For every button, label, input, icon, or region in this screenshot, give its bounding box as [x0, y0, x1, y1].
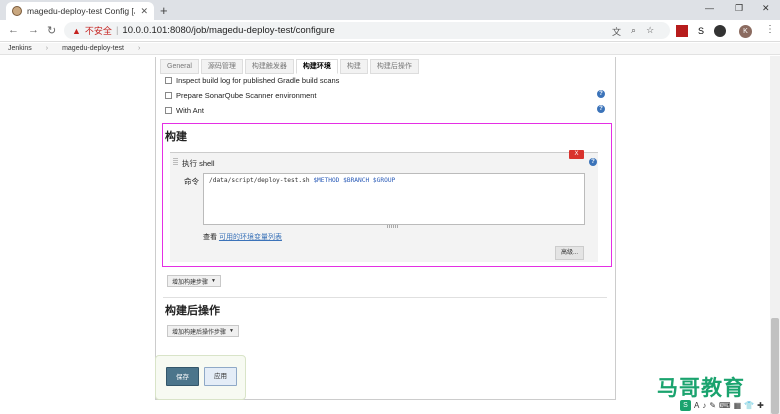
tab-post-build[interactable]: 构建后操作 [369, 59, 419, 74]
insecure-label: 不安全 [84, 26, 112, 36]
forward-arrow-icon[interactable]: → [28, 24, 39, 36]
textarea-resize-handle[interactable] [387, 225, 399, 228]
save-button[interactable]: 保存 [166, 367, 199, 386]
tab-build[interactable]: 构建 [339, 59, 368, 74]
url-text: 10.0.0.101:8080/job/magedu-deploy-test/c… [122, 25, 335, 36]
option-with-ant: With Ant [165, 106, 204, 115]
option-label: With Ant [176, 106, 204, 115]
option-label: Inspect build log for published Gradle b… [176, 76, 340, 85]
jenkins-favicon-icon [12, 6, 22, 16]
separator: | [115, 25, 119, 36]
chevron-right-icon: › [45, 45, 49, 52]
ime-voice-icon[interactable]: ♪ [702, 401, 706, 410]
back-arrow-icon[interactable]: ← [8, 24, 19, 36]
env-vars-line: 查看 可用的环境变量列表 [203, 232, 282, 242]
caret-down-icon: ▼ [211, 278, 216, 284]
zoom-icon[interactable]: ⌕ [631, 25, 636, 38]
post-build-title: 构建后操作 [165, 305, 220, 317]
command-vars: $METHOD $BRANCH $GROUP [313, 177, 396, 184]
profile-avatar[interactable]: K [739, 25, 752, 38]
ime-tools-icon[interactable]: ✚ [757, 401, 764, 410]
option-label: Prepare SonarQube Scanner environment [176, 91, 317, 100]
apply-button[interactable]: 应用 [204, 367, 237, 386]
config-tab-bar: General 源码管理 构建触发器 构建环境 构建 构建后操作 [160, 59, 421, 74]
ime-pen-icon[interactable]: ✎ [709, 401, 716, 410]
breadcrumb: Jenkins › magedu-deploy-test › [0, 43, 780, 55]
delete-step-button[interactable]: X [569, 150, 584, 159]
build-section-title: 构建 [165, 131, 187, 143]
ime-font-icon[interactable]: A [694, 401, 699, 410]
option-sonarqube: Prepare SonarQube Scanner environment [165, 91, 317, 100]
warning-triangle-icon: ▲ [72, 25, 81, 36]
browser-menu-icon[interactable]: ⋮ [765, 24, 775, 35]
advanced-button[interactable]: 高级... [555, 246, 584, 260]
option-gradle-scans: Inspect build log for published Gradle b… [165, 76, 339, 85]
scrollbar-thumb[interactable] [771, 318, 779, 414]
add-post-build-label: 增加构建后操作步骤 [172, 329, 227, 336]
address-bar[interactable]: ▲ 不安全 | 10.0.0.101:8080/job/magedu-deplo… [64, 22, 670, 39]
bookmark-star-icon[interactable]: ☆ [646, 25, 654, 38]
tab-title: magedu-deploy-test Config [J [27, 6, 136, 16]
command-textarea[interactable]: /data/script/deploy-test.sh $METHOD $BRA… [203, 173, 585, 225]
translate-icon[interactable]: 文 [612, 25, 621, 38]
command-path: /data/script/deploy-test.sh [209, 177, 310, 184]
tab-general[interactable]: General [160, 59, 199, 74]
with-ant-checkbox[interactable] [165, 107, 172, 114]
extension-s-icon[interactable]: S [695, 25, 707, 37]
pdf-extension-icon[interactable] [676, 25, 688, 37]
gradle-scans-checkbox[interactable] [165, 77, 172, 84]
help-icon[interactable]: ? [597, 90, 605, 98]
sonarqube-checkbox[interactable] [165, 92, 172, 99]
watermark-logo: 马哥教育 [657, 377, 745, 400]
ime-toolbar: S A ♪ ✎ ⌨ ▦ 👕 ✚ [680, 400, 764, 411]
ime-keyboard-icon[interactable]: ⌨ [719, 401, 731, 410]
divider [163, 297, 607, 298]
breadcrumb-jenkins[interactable]: Jenkins [8, 45, 32, 52]
minimize-button[interactable]: — [705, 3, 714, 13]
tab-build-environment[interactable]: 构建环境 [295, 59, 338, 74]
extension-dark-icon[interactable] [714, 25, 726, 37]
tab-source-code[interactable]: 源码管理 [200, 59, 243, 74]
env-prefix: 查看 [203, 234, 217, 241]
help-icon[interactable]: ? [589, 158, 597, 166]
caret-down-icon: ▼ [229, 328, 234, 334]
tab-build-triggers[interactable]: 构建触发器 [244, 59, 294, 74]
ime-skin-icon[interactable]: 👕 [744, 401, 754, 410]
omnibox-actions: 文 ⌕ ☆ [612, 25, 654, 38]
drag-handle-icon[interactable] [173, 158, 178, 166]
add-post-build-button[interactable]: 增加构建后操作步骤 ▼ [167, 325, 239, 337]
chevron-right-icon: › [137, 45, 141, 52]
add-build-step-label: 增加构建步骤 [172, 279, 209, 286]
ime-grid-icon[interactable]: ▦ [734, 401, 742, 410]
env-vars-link[interactable]: 可用的环境变量列表 [219, 234, 282, 241]
breadcrumb-job[interactable]: magedu-deploy-test [62, 45, 124, 52]
command-label: 命令 [184, 177, 199, 186]
ime-s-icon[interactable]: S [680, 400, 691, 411]
tab-close-icon[interactable]: ✕ [140, 6, 148, 17]
browser-tab[interactable]: magedu-deploy-test Config [J ✕ [6, 2, 154, 20]
close-window-button[interactable]: ✕ [762, 3, 770, 14]
reload-icon[interactable]: ↻ [47, 24, 56, 37]
step-title: 执行 shell [182, 159, 215, 168]
maximize-button[interactable]: ❐ [735, 3, 743, 14]
new-tab-button[interactable]: + [160, 3, 168, 18]
help-icon[interactable]: ? [597, 105, 605, 113]
add-build-step-button[interactable]: 增加构建步骤 ▼ [167, 275, 221, 287]
